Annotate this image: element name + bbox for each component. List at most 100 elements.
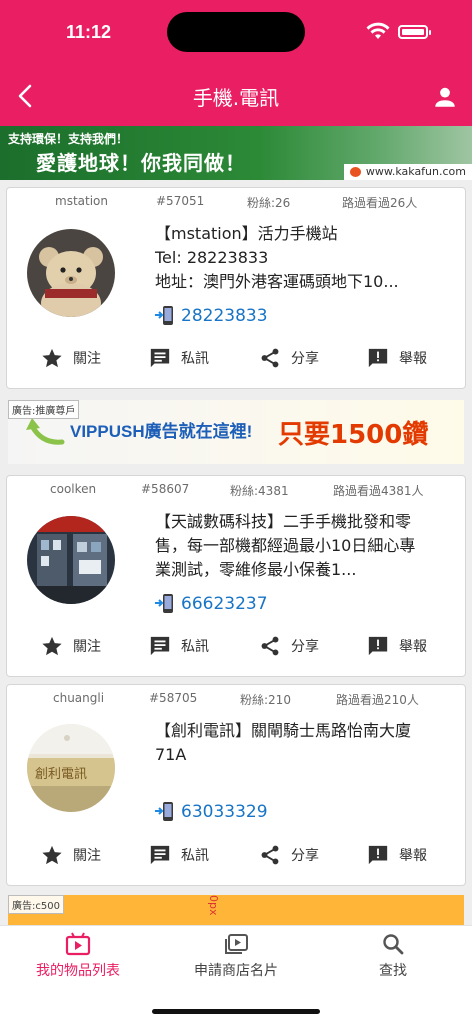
star-icon <box>42 845 62 865</box>
views-count: 路過看過26人 <box>342 196 418 210</box>
ad-tag: 廣告:c500 <box>8 895 64 914</box>
eco-banner-ad[interactable]: 支持環保！支持我們！ 愛護地球！你我同做！ www.kakafun.com <box>0 126 472 180</box>
share-label: 分享 <box>291 351 319 367</box>
phone-link[interactable]: 63033329 <box>155 801 268 823</box>
message-label: 私訊 <box>181 351 209 367</box>
report-icon <box>368 636 388 656</box>
search-icon <box>383 934 404 955</box>
report-button[interactable]: 舉報 <box>367 632 427 660</box>
shop-id: #58705 <box>149 691 198 705</box>
card-meta: coolken #58607 粉絲:4381 路過看過4381人 <box>7 482 465 500</box>
avatar: 創利電訊 <box>27 724 115 812</box>
message-icon <box>150 845 170 865</box>
nav-label: 查找 <box>379 963 407 979</box>
nav-label: 我的物品列表 <box>36 963 120 979</box>
fans-count: 粉絲:26 <box>247 196 291 210</box>
desc-text: 【天誠數碼科技】二手手機批發和零售，每一部機都經過最小10日細心專業測試，零維修… <box>155 512 416 579</box>
dynamic-island <box>167 12 305 52</box>
share-button[interactable]: 分享 <box>259 632 319 660</box>
phone-number[interactable]: 63033329 <box>181 802 268 822</box>
share-button[interactable]: 分享 <box>259 344 319 372</box>
avatar <box>27 516 115 604</box>
follow-label: 關注 <box>73 848 101 864</box>
phone-call-icon <box>155 306 173 325</box>
home-indicator <box>152 1009 320 1014</box>
nav-search[interactable]: 查找 <box>323 932 463 980</box>
ad-text: VIPPUSH廣告就在這裡! <box>70 422 253 441</box>
follow-label: 關注 <box>73 639 101 655</box>
follow-button[interactable]: 關注 <box>41 344 101 372</box>
username: coolken <box>50 482 97 496</box>
desc-line: Tel: 28223833 <box>155 248 269 267</box>
fans-count: 粉絲:4381 <box>230 484 289 498</box>
nav-my-items[interactable]: 我的物品列表 <box>8 932 148 980</box>
message-label: 私訊 <box>181 639 209 655</box>
phone-link[interactable]: 28223833 <box>155 305 268 327</box>
message-icon <box>150 636 170 656</box>
report-label: 舉報 <box>399 639 427 655</box>
fans-count: 粉絲:210 <box>240 693 291 707</box>
follow-label: 關注 <box>73 351 101 367</box>
share-label: 分享 <box>291 639 319 655</box>
user-icon[interactable] <box>432 84 458 110</box>
nav-apply-card[interactable]: 申請商店名片 <box>166 932 306 980</box>
star-icon <box>42 636 62 656</box>
report-button[interactable]: 舉報 <box>367 344 427 372</box>
share-icon <box>261 348 279 368</box>
report-icon <box>368 348 388 368</box>
message-label: 私訊 <box>181 848 209 864</box>
shop-card[interactable]: chuangli #58705 粉絲:210 路過看過210人 創利電訊 【創利… <box>6 684 466 886</box>
banner-line1: 支持環保！支持我們！ <box>8 132 129 146</box>
phone-call-icon <box>155 594 173 613</box>
avatar <box>27 229 115 317</box>
report-icon <box>368 845 388 865</box>
shop-card[interactable]: coolken #58607 粉絲:4381 路過看過4381人 【天誠數碼科技… <box>6 475 466 677</box>
ad-side-text: 0px <box>207 895 220 916</box>
desc-line: 地址：澳門外港客運碼頭地下10... <box>155 272 399 291</box>
message-button[interactable]: 私訊 <box>149 632 209 660</box>
message-button[interactable]: 私訊 <box>149 344 209 372</box>
report-button[interactable]: 舉報 <box>367 841 427 869</box>
shop-description: 【創利電訊】關閘騎士馬路怡南大廈71A <box>155 719 425 767</box>
follow-button[interactable]: 關注 <box>41 632 101 660</box>
username: chuangli <box>53 691 105 705</box>
views-count: 路過看過210人 <box>336 693 419 707</box>
share-button[interactable]: 分享 <box>259 841 319 869</box>
share-icon <box>261 845 279 865</box>
phone-number[interactable]: 28223833 <box>181 306 268 326</box>
c500-ad[interactable]: 廣告:c500 0px <box>8 895 464 925</box>
banner-site: www.kakafun.com <box>343 164 472 180</box>
ad-price: 只要1500鑽 <box>278 420 429 450</box>
status-time: 11:12 <box>66 22 112 42</box>
share-label: 分享 <box>291 848 319 864</box>
card-meta: chuangli #58705 粉絲:210 路過看過210人 <box>7 691 465 709</box>
card-meta: mstation #57051 粉絲:26 路過看過26人 <box>7 194 465 212</box>
message-button[interactable]: 私訊 <box>149 841 209 869</box>
ad-tag: 廣告:推廣尊戶 <box>8 400 80 419</box>
card-actions: 關注 私訊 分享 舉報 <box>7 841 465 869</box>
page-title: 手機.電訊 <box>192 86 280 110</box>
shop-description: 【mstation】活力手機站 Tel: 28223833 地址：澳門外港客運碼… <box>155 222 425 294</box>
wifi-icon <box>366 22 390 39</box>
desc-line: 【mstation】活力手機站 <box>155 224 338 243</box>
shop-id: #58607 <box>141 482 190 496</box>
video-library-icon <box>225 934 248 954</box>
report-label: 舉報 <box>399 351 427 367</box>
video-list-icon <box>65 932 91 956</box>
report-label: 舉報 <box>399 848 427 864</box>
app-header: 11:12 手機.電訊 <box>0 0 472 126</box>
phone-number[interactable]: 66623237 <box>181 594 268 614</box>
follow-button[interactable]: 關注 <box>41 841 101 869</box>
views-count: 路過看過4381人 <box>333 484 424 498</box>
card-actions: 關注 私訊 分享 舉報 <box>7 344 465 372</box>
phone-link[interactable]: 66623237 <box>155 593 268 615</box>
desc-text: 【創利電訊】關閘騎士馬路怡南大廈71A <box>155 721 412 764</box>
vip-push-ad[interactable]: VIPPUSH廣告就在這裡! 只要1500鑽 廣告:推廣尊戶 <box>8 400 464 464</box>
phone-call-icon <box>155 802 173 821</box>
shop-id: #57051 <box>156 194 205 208</box>
arrow-icon <box>26 418 65 445</box>
battery-icon <box>398 25 431 39</box>
message-icon <box>150 348 170 368</box>
shop-card[interactable]: mstation #57051 粉絲:26 路過看過26人 【mstation】… <box>6 187 466 389</box>
svg-text:創利電訊: 創利電訊 <box>35 767 87 782</box>
